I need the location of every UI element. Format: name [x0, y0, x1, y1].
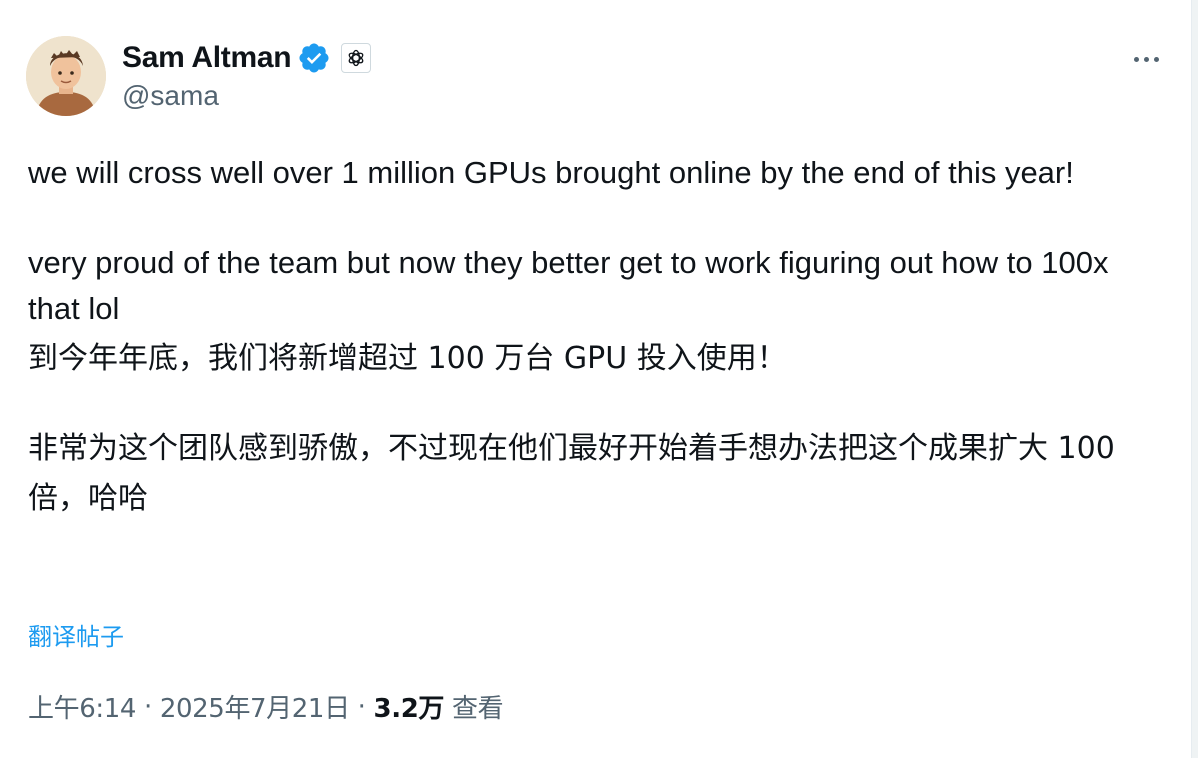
post-paragraph-en-2: very proud of the team but now they bett…	[28, 245, 1118, 326]
more-options-icon[interactable]	[1126, 44, 1166, 74]
post-paragraph-zh-1: 到今年年底，我们将新增超过 100 万台 GPU 投入使用！	[28, 341, 787, 376]
post-paragraph-zh-2: 非常为这个团队感到骄傲，不过现在他们最好开始着手想办法把这个成果扩大 100 倍…	[28, 431, 1125, 516]
name-row: Sam Altman	[122, 38, 372, 78]
dot-icon	[1143, 56, 1149, 62]
translate-post-link[interactable]: 翻译帖子	[28, 617, 124, 652]
post-card: Sam Altman @sama we will cross well over…	[0, 0, 1190, 758]
post-header: Sam Altman @sama	[26, 36, 1166, 116]
post-date[interactable]: 2025年7月21日	[160, 688, 350, 725]
post-time[interactable]: 上午6:14	[28, 688, 136, 725]
display-name[interactable]: Sam Altman	[122, 41, 292, 75]
post-paragraph-en-1: we will cross well over 1 million GPUs b…	[28, 155, 1074, 190]
avatar[interactable]	[26, 36, 106, 116]
scrollbar-track[interactable]	[1191, 0, 1198, 758]
meta-separator: ·	[144, 691, 152, 722]
dot-icon	[1133, 56, 1139, 62]
author-info: Sam Altman @sama	[122, 38, 372, 112]
avatar-illustration	[26, 36, 106, 116]
verified-badge-icon[interactable]	[297, 41, 331, 75]
openai-logo-icon[interactable]	[341, 43, 372, 73]
dot-icon	[1153, 56, 1159, 62]
views-count[interactable]: 3.2万	[374, 688, 445, 725]
user-handle[interactable]: @sama	[122, 80, 371, 112]
post-text: we will cross well over 1 million GPUs b…	[28, 150, 1148, 524]
post-meta: 上午6:14 · 2025年7月21日 · 3.2万 查看	[28, 688, 504, 725]
views-label[interactable]: 查看	[452, 688, 504, 725]
meta-separator: ·	[357, 691, 366, 722]
